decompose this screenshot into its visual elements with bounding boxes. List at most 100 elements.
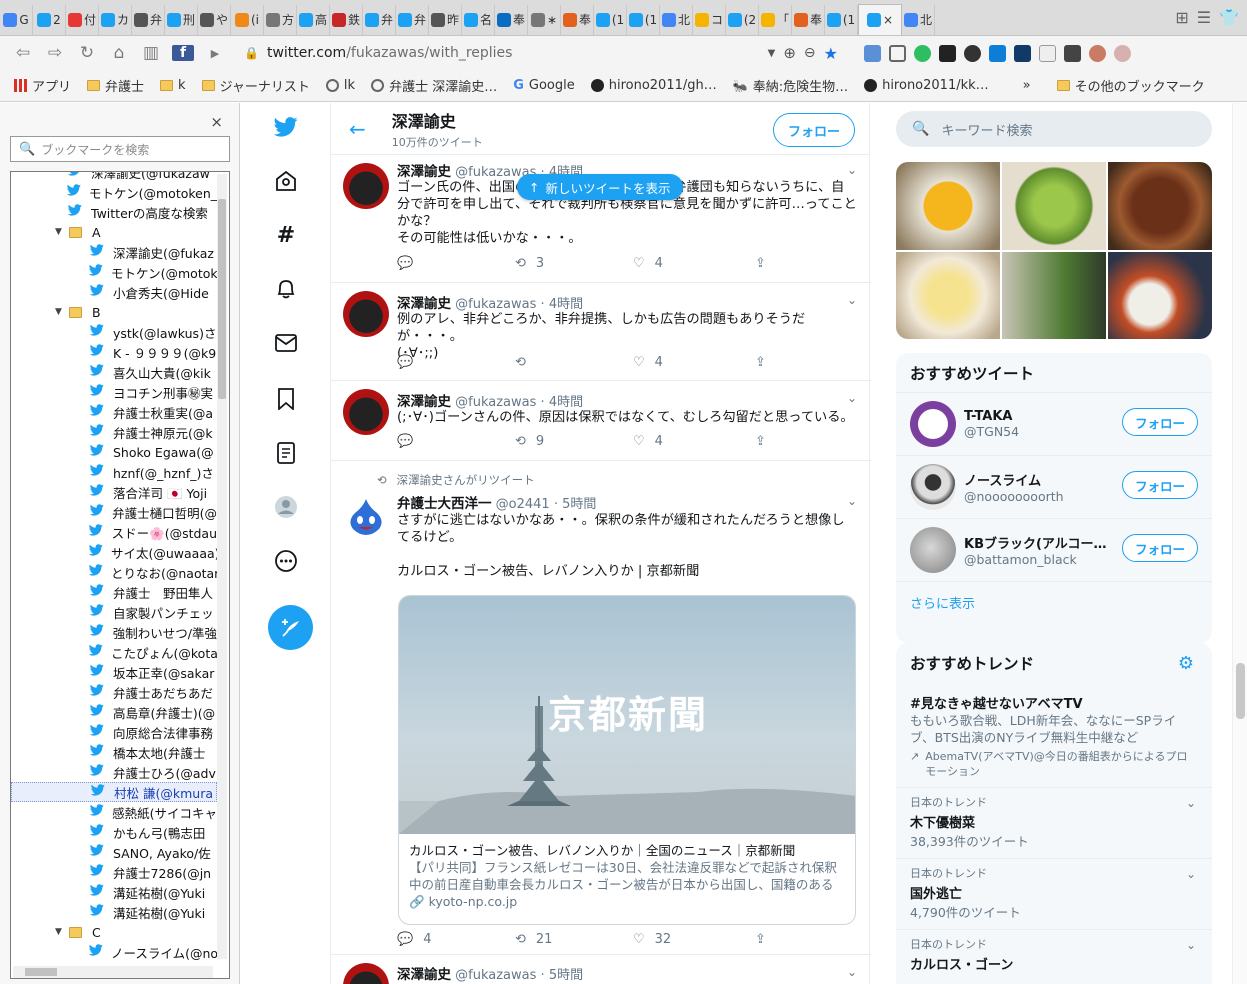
- url-shortener-icon[interactable]: [939, 44, 956, 62]
- other-bookmarks-folder[interactable]: その他のブックマーク: [1056, 76, 1205, 95]
- tweet[interactable]: 深澤諭史 @fukazawas · 5時間 ⌄: [331, 955, 871, 984]
- media-thumbnail[interactable]: [896, 251, 1000, 339]
- browser-tab[interactable]: 刑: [165, 4, 198, 35]
- browser-tab[interactable]: ×: [858, 3, 902, 35]
- new-tweets-pill[interactable]: ↑ 新しいツイートを表示: [517, 174, 683, 200]
- back-arrow-icon[interactable]: ←: [349, 117, 366, 141]
- browser-tab[interactable]: 「: [759, 4, 792, 35]
- bookmark-row[interactable]: スドー🌸(@stdau: [11, 522, 217, 542]
- browser-tab[interactable]: カ: [99, 4, 132, 35]
- url-text[interactable]: twitter.com/fukazawas/with_replies: [267, 45, 760, 61]
- bookmark-row[interactable]: 深澤諭史(@fukazaw: [11, 172, 217, 182]
- dropbox-icon[interactable]: [989, 44, 1006, 62]
- tweet-author-name[interactable]: 深澤諭史: [397, 394, 451, 410]
- add-icon[interactable]: ⊕: [783, 44, 796, 62]
- browser-tab[interactable]: 弁: [396, 4, 429, 35]
- notifications-bell-icon[interactable]: [274, 277, 298, 301]
- like-button[interactable]: ♡ 32: [633, 932, 671, 947]
- expand-arrow-icon[interactable]: ▼: [55, 307, 65, 317]
- bookmark-row[interactable]: 弁護士 野田隼人: [11, 582, 217, 602]
- bookmark-search-input[interactable]: 🔍 ブックマークを検索: [10, 136, 230, 162]
- evernote-icon[interactable]: [914, 44, 931, 62]
- home-button[interactable]: ⌂: [108, 43, 130, 63]
- follow-button[interactable]: フォロー: [1121, 408, 1198, 436]
- address-bar[interactable]: 🔒 twitter.com/fukazawas/with_replies ▼ ⊕…: [236, 39, 846, 67]
- trend-name[interactable]: 木下優樹菜: [910, 812, 1198, 831]
- browser-tab[interactable]: 奉: [792, 4, 825, 35]
- trend-item[interactable]: 日本のトレンド 国外逃亡 4,790件のツイート ⌄: [896, 859, 1212, 930]
- back-button[interactable]: ⇦: [12, 43, 34, 63]
- tweet[interactable]: 深澤諭史 @fukazawas · 4時間 ⌄ 例のアレ、非弁どころか、非弁提携…: [331, 283, 871, 381]
- browser-tab[interactable]: 弁: [132, 4, 165, 35]
- tweet-author-name[interactable]: 深澤諭史: [397, 164, 451, 180]
- bookmark-ext-icon[interactable]: [889, 44, 906, 62]
- avatar[interactable]: [343, 163, 389, 209]
- browser-tab[interactable]: 北: [902, 4, 935, 35]
- share-button[interactable]: ⇪: [755, 256, 766, 271]
- share-button[interactable]: ⇪: [755, 434, 766, 449]
- tweet-author-name[interactable]: 深澤諭史: [397, 967, 451, 983]
- page-scrollbar[interactable]: [1232, 103, 1247, 984]
- user-name[interactable]: KBブラック(アルコール…: [964, 533, 1114, 552]
- browser-tab[interactable]: (1: [594, 4, 627, 35]
- bookmark-row[interactable]: 感熱紙(サイコキャ: [11, 802, 217, 822]
- binoculars-icon[interactable]: [864, 44, 881, 62]
- like-button[interactable]: ♡ 4: [633, 355, 663, 370]
- retweet-button[interactable]: ⟲ 21: [515, 932, 552, 947]
- link-card[interactable]: 京都新聞 カルロス・ゴーン被告、レバノン入りか｜全国のニュース｜京都新聞 【パリ…: [398, 595, 856, 925]
- browser-tab[interactable]: (1: [627, 4, 660, 35]
- bookmark-row[interactable]: 深澤諭史(@fukaz: [11, 242, 217, 262]
- trend-name[interactable]: カルロス・ゴーン: [910, 954, 1198, 973]
- tweet-time[interactable]: 4時間: [549, 395, 583, 410]
- browser-tab[interactable]: 奉: [561, 4, 594, 35]
- share-button[interactable]: ⇪: [755, 932, 766, 947]
- bookmark-row[interactable]: Shoko Egawa(@: [11, 442, 217, 462]
- chevron-down-icon[interactable]: ⌄: [1186, 867, 1196, 881]
- tweet[interactable]: ⟲ 深澤諭史さんがリツイート 弁護士大西洋一 @o2441 · 5時間 ⌄ さすが…: [331, 461, 871, 955]
- close-icon[interactable]: ×: [210, 113, 223, 131]
- expand-arrow-icon[interactable]: ▼: [55, 927, 65, 937]
- media-thumbnail[interactable]: [1002, 251, 1106, 339]
- menu-ext-icon[interactable]: [1114, 44, 1131, 62]
- forward-button[interactable]: ⇨: [44, 43, 66, 63]
- tweet-time[interactable]: 5時間: [549, 968, 583, 983]
- expand-arrow-icon[interactable]: ▼: [55, 227, 65, 237]
- messages-mail-icon[interactable]: [274, 331, 298, 355]
- bookmark-row[interactable]: 橋本太地(弁護士: [11, 742, 217, 762]
- profile-avatar-icon[interactable]: [1089, 44, 1106, 62]
- dropdown-icon[interactable]: ▼: [768, 48, 776, 59]
- tweet-handle[interactable]: @fukazawas: [455, 395, 536, 410]
- retweet-button[interactable]: ⟲: [515, 355, 526, 370]
- bookmark-row[interactable]: K - ９９９９(@k9: [11, 342, 217, 362]
- browser-tab[interactable]: コ: [693, 4, 726, 35]
- search-input[interactable]: 🔍 キーワード検索: [896, 111, 1212, 147]
- reply-button[interactable]: 💬: [397, 256, 413, 271]
- bookmark-row[interactable]: 弁護士神原元(@k: [11, 422, 217, 442]
- bookmark-folder-row[interactable]: ▼ B: [11, 302, 217, 322]
- browser-tab[interactable]: (i: [231, 4, 264, 35]
- bookmark-item[interactable]: hirono2011/kk…: [864, 78, 989, 93]
- tweet-time[interactable]: 4時間: [549, 297, 583, 312]
- trend-name[interactable]: #見なきゃ越せないアベマTV: [910, 693, 1198, 712]
- follow-button[interactable]: フォロー: [772, 113, 855, 147]
- lists-icon[interactable]: [274, 441, 298, 465]
- user-name[interactable]: ノースライム: [964, 470, 1114, 489]
- bookmark-folder-row[interactable]: ▼ A: [11, 222, 217, 242]
- bookmark-row[interactable]: 弁護士ひろ(@adv: [11, 762, 217, 782]
- bookmark-item[interactable]: G Google: [513, 78, 575, 93]
- avatar[interactable]: [343, 389, 389, 435]
- bookmark-row[interactable]: 高島章(弁護士)(@: [11, 702, 217, 722]
- trend-name[interactable]: 国外逃亡: [910, 883, 1198, 902]
- bookmark-row[interactable]: こたぴょん(@kota: [11, 642, 217, 662]
- retweet-button[interactable]: ⟲ 9: [515, 434, 544, 449]
- browser-tab[interactable]: 方: [264, 4, 297, 35]
- chevron-down-icon[interactable]: ⌄: [847, 391, 857, 405]
- bookmark-row[interactable]: 弁護士あだちあだ: [11, 682, 217, 702]
- bookmark-item[interactable]: 弁護士 深澤諭史…: [371, 76, 497, 95]
- bookmark-row[interactable]: ystk(@lawkus)さ: [11, 322, 217, 342]
- suggested-user[interactable]: T-TAKA @TGN54 フォロー: [896, 393, 1212, 456]
- bookmarks-icon[interactable]: [274, 387, 298, 411]
- bookmark-row[interactable]: モトケン(@motok: [11, 262, 217, 282]
- browser-tab[interactable]: 北: [660, 4, 693, 35]
- compose-tweet-button[interactable]: [268, 605, 313, 650]
